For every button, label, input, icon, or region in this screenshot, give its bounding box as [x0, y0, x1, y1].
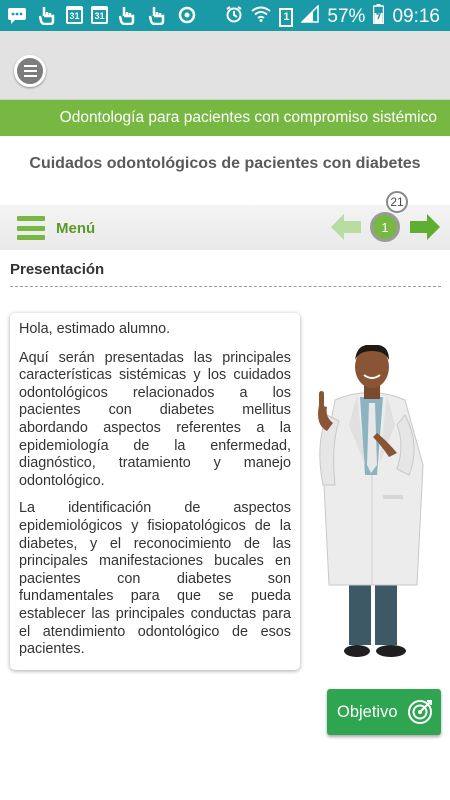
- section-divider: [10, 286, 441, 287]
- course-name: Odontología para pacientes con compromis…: [59, 109, 437, 126]
- next-arrow-icon[interactable]: [410, 214, 440, 245]
- objective-label: Objetivo: [337, 702, 398, 721]
- chat-icon: [6, 5, 28, 25]
- hand-icon: [146, 5, 168, 25]
- status-right: 1 57% 09:16: [225, 4, 440, 30]
- previous-arrow-icon[interactable]: [331, 214, 361, 245]
- page-title: Cuidados odontológicos de pacientes con …: [29, 155, 421, 172]
- menu-icon[interactable]: [17, 216, 45, 240]
- app-menu-button[interactable]: [14, 55, 46, 87]
- target-icon: [407, 699, 433, 730]
- greeting-text: Hola, estimado alumno.: [19, 321, 171, 337]
- course-banner: Odontología para pacientes con compromis…: [0, 100, 450, 136]
- total-pages-badge: 21: [386, 191, 408, 213]
- battery-text: 57%: [327, 6, 366, 27]
- objective-button[interactable]: Objetivo: [327, 689, 441, 735]
- clock: 09:16: [392, 6, 440, 27]
- menu-button[interactable]: Menú: [56, 220, 95, 237]
- section-title: Presentación: [10, 261, 105, 278]
- content-card: Hola, estimado alumno. Aquí serán presen…: [10, 313, 300, 670]
- hand-icon: [116, 5, 138, 25]
- wifi-icon: [251, 6, 272, 28]
- context-paragraph: La identificación de aspectos epidemioló…: [19, 500, 291, 658]
- calendar-icon: 31: [91, 6, 108, 24]
- sim-icon: 1: [279, 7, 294, 27]
- calendar-icon: 31: [66, 6, 83, 24]
- intro-paragraph: Aquí serán presentadas las principales c…: [19, 349, 291, 489]
- notification-icons: 31 31: [6, 5, 198, 25]
- app-header: [0, 31, 450, 100]
- current-page-badge: 1: [370, 212, 400, 242]
- alarm-icon: [225, 5, 243, 29]
- battery-icon: [373, 4, 385, 30]
- hand-icon: [36, 5, 58, 25]
- total-pages-number: 21: [390, 195, 404, 209]
- signal-icon: [300, 4, 320, 29]
- sync-icon: [176, 5, 198, 25]
- doctor-illustration: [305, 344, 440, 670]
- status-bar: 31 31 1 57% 09:16: [0, 0, 450, 31]
- current-page-number: 1: [381, 219, 389, 235]
